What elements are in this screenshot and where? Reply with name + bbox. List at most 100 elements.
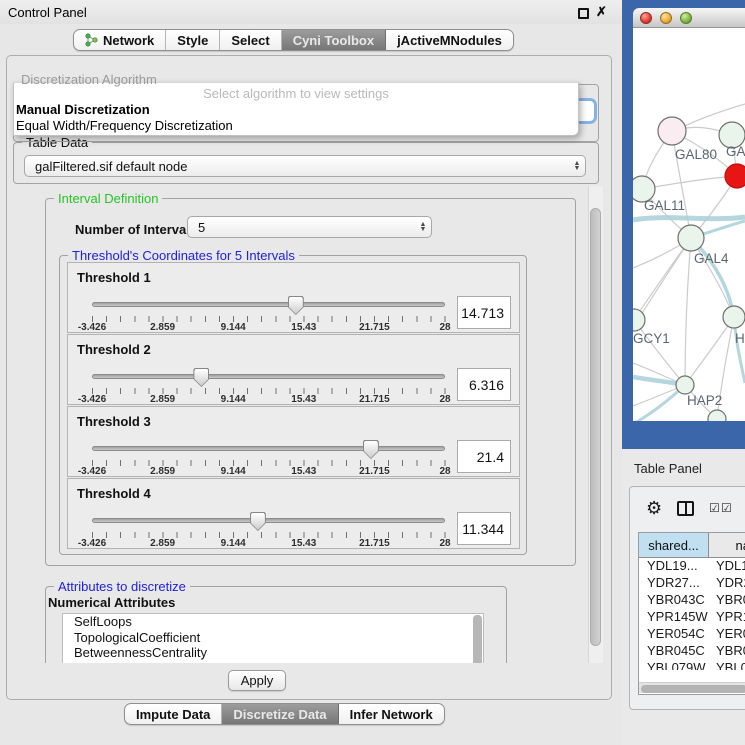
tick-label: 21.715 xyxy=(359,322,390,333)
network-node[interactable] xyxy=(676,376,694,394)
table-row[interactable]: YBR043CYBR0 xyxy=(639,592,745,609)
table-row[interactable]: YPR145WYPR1 xyxy=(639,609,745,626)
close-icon[interactable]: ✗ xyxy=(596,4,607,20)
cell-name[interactable]: YDL1 xyxy=(709,558,745,575)
attributes-group-title: Attributes to discretize xyxy=(54,579,190,594)
apply-button[interactable]: Apply xyxy=(228,670,286,691)
tab-label: Impute Data xyxy=(136,707,210,722)
table-data-combo[interactable]: galFiltered.sif default node ▲▼ xyxy=(24,155,586,177)
network-node[interactable] xyxy=(658,117,686,145)
number-of-intervals-combo[interactable]: 5 ▲▼ xyxy=(187,216,432,238)
discretization-algorithm-group-title: Discretization Algorithm xyxy=(21,72,157,87)
attribute-list-item[interactable]: SelfLoops xyxy=(63,614,483,630)
cell-shared-name[interactable]: YDL19... xyxy=(639,558,709,575)
float-window-icon[interactable] xyxy=(578,8,589,19)
node-label: GAL11 xyxy=(644,198,685,213)
attribute-list-item[interactable]: BetweennessCentrality xyxy=(63,645,483,661)
tick-label: 9.144 xyxy=(221,394,246,405)
cell-shared-name[interactable]: YDR27... xyxy=(639,575,709,592)
gear-icon[interactable]: ⚙ xyxy=(646,498,662,519)
threshold-value-field[interactable]: 6.316 xyxy=(457,368,511,401)
checkbox-icon[interactable]: ☑ xyxy=(721,501,732,515)
table-row[interactable]: YBR045CYBR0 xyxy=(639,643,745,660)
number-of-intervals-value: 5 xyxy=(188,220,415,235)
slider-thumb[interactable] xyxy=(363,440,379,459)
stepper-arrows-icon[interactable]: ▲▼ xyxy=(569,156,585,176)
tab-discretize-data[interactable]: Discretize Data xyxy=(222,704,338,724)
network-node[interactable] xyxy=(725,164,745,188)
cell-name[interactable]: YBL0 xyxy=(709,660,745,670)
scrollbar-thumb[interactable] xyxy=(590,208,601,646)
slider-thumb[interactable] xyxy=(288,296,304,315)
numerical-attributes-label: Numerical Attributes xyxy=(48,595,175,610)
threshold-value-field[interactable]: 11.344 xyxy=(457,512,511,545)
table-rows: YDL19...YDL1YDR27...YDR2YBR043CYBR0YPR14… xyxy=(639,558,745,670)
scrollbar-track[interactable] xyxy=(588,186,603,663)
tab-impute-data[interactable]: Impute Data xyxy=(125,704,222,724)
cell-shared-name[interactable]: YBR043C xyxy=(639,592,709,609)
threshold-value-field[interactable]: 21.4 xyxy=(457,440,511,473)
table-row[interactable]: YDL19...YDL1 xyxy=(639,558,745,575)
network-icon xyxy=(85,33,98,47)
cell-shared-name[interactable]: YER054C xyxy=(639,626,709,643)
attribute-list-item[interactable]: TopologicalCoefficient xyxy=(63,630,483,646)
tab-jactivemnodules[interactable]: jActiveMNodules xyxy=(386,30,513,50)
slider-thumb[interactable] xyxy=(193,368,209,387)
slider-track[interactable] xyxy=(92,302,445,307)
node-label: GAL80 xyxy=(675,147,717,162)
tab-label: jActiveMNodules xyxy=(397,33,502,48)
panel-title: Control Panel xyxy=(8,5,87,20)
network-window-titlebar[interactable] xyxy=(633,8,745,28)
cell-name[interactable]: YPR1 xyxy=(709,609,745,626)
algorithm-option-equal-width[interactable]: Equal Width/Frequency Discretization xyxy=(16,118,233,133)
column-header-shared-name[interactable]: shared... xyxy=(639,533,709,557)
algorithm-dropdown-popup: Select algorithm to view settings Manual… xyxy=(13,82,579,136)
cell-name[interactable]: YBR0 xyxy=(709,592,745,609)
network-node[interactable] xyxy=(723,306,745,328)
list-scrollbar[interactable] xyxy=(473,615,482,663)
tab-infer-network[interactable]: Infer Network xyxy=(339,704,444,724)
slider-track[interactable] xyxy=(92,518,445,523)
column-header-name[interactable]: na xyxy=(709,533,745,557)
slider-track[interactable] xyxy=(92,446,445,451)
threshold-slider[interactable]: -3.4262.8599.14415.4321.71528 xyxy=(92,367,445,405)
slider-track[interactable] xyxy=(92,374,445,379)
threshold-panel-1: Threshold 1 -3.4262.8599.14415.4321.7152… xyxy=(67,262,520,333)
threshold-slider[interactable]: -3.4262.8599.14415.4321.71528 xyxy=(92,439,445,477)
horizontal-scrollbar[interactable] xyxy=(639,682,745,693)
cell-name[interactable]: YDR2 xyxy=(709,575,745,592)
minimize-traffic-light[interactable] xyxy=(660,12,672,24)
cell-shared-name[interactable]: YPR145W xyxy=(639,609,709,626)
tick-label: -3.426 xyxy=(78,538,106,549)
table-row[interactable]: YDR27...YDR2 xyxy=(639,575,745,592)
numerical-attributes-list[interactable]: SelfLoopsTopologicalCoefficientBetweenne… xyxy=(62,613,484,663)
cell-name[interactable]: YBR0 xyxy=(709,643,745,660)
tick-label: 2.859 xyxy=(150,466,175,477)
slider-thumb[interactable] xyxy=(250,512,266,531)
network-node[interactable] xyxy=(678,225,704,251)
algorithm-option-manual[interactable]: Manual Discretization xyxy=(16,102,150,117)
tab-select[interactable]: Select xyxy=(220,30,281,50)
table-panel: ⚙ ☑ ☑ shared... na YDL19...YDL1YDR27...Y… xyxy=(629,486,745,710)
tick-label: 15.43 xyxy=(291,538,316,549)
table-row[interactable]: YER054CYER0 xyxy=(639,626,745,643)
threshold-value-field[interactable]: 14.713 xyxy=(457,296,511,329)
checkbox-icon[interactable]: ☑ xyxy=(709,501,720,515)
threshold-slider[interactable]: -3.4262.8599.14415.4321.71528 xyxy=(92,295,445,333)
tick-label: 2.859 xyxy=(150,322,175,333)
cell-shared-name[interactable]: YBL079W xyxy=(639,660,709,670)
threshold-slider[interactable]: -3.4262.8599.14415.4321.71528 xyxy=(92,511,445,549)
cell-name[interactable]: YER0 xyxy=(709,626,745,643)
split-columns-icon[interactable] xyxy=(677,501,694,516)
network-canvas[interactable]: GAL80GAGAL11GAL4GCY1HHAP2 xyxy=(633,28,745,421)
tab-style[interactable]: Style xyxy=(166,30,220,50)
tab-network[interactable]: Network xyxy=(74,30,166,50)
network-node[interactable] xyxy=(708,410,726,421)
horizontal-scrollbar-thumb[interactable] xyxy=(641,685,745,693)
stepper-arrows-icon[interactable]: ▲▼ xyxy=(415,217,431,237)
zoom-traffic-light[interactable] xyxy=(680,12,692,24)
cell-shared-name[interactable]: YBR045C xyxy=(639,643,709,660)
tab-cyni-toolbox[interactable]: Cyni Toolbox xyxy=(282,30,386,50)
table-row[interactable]: YBL079WYBL0 xyxy=(639,660,745,670)
close-traffic-light[interactable] xyxy=(640,12,652,24)
